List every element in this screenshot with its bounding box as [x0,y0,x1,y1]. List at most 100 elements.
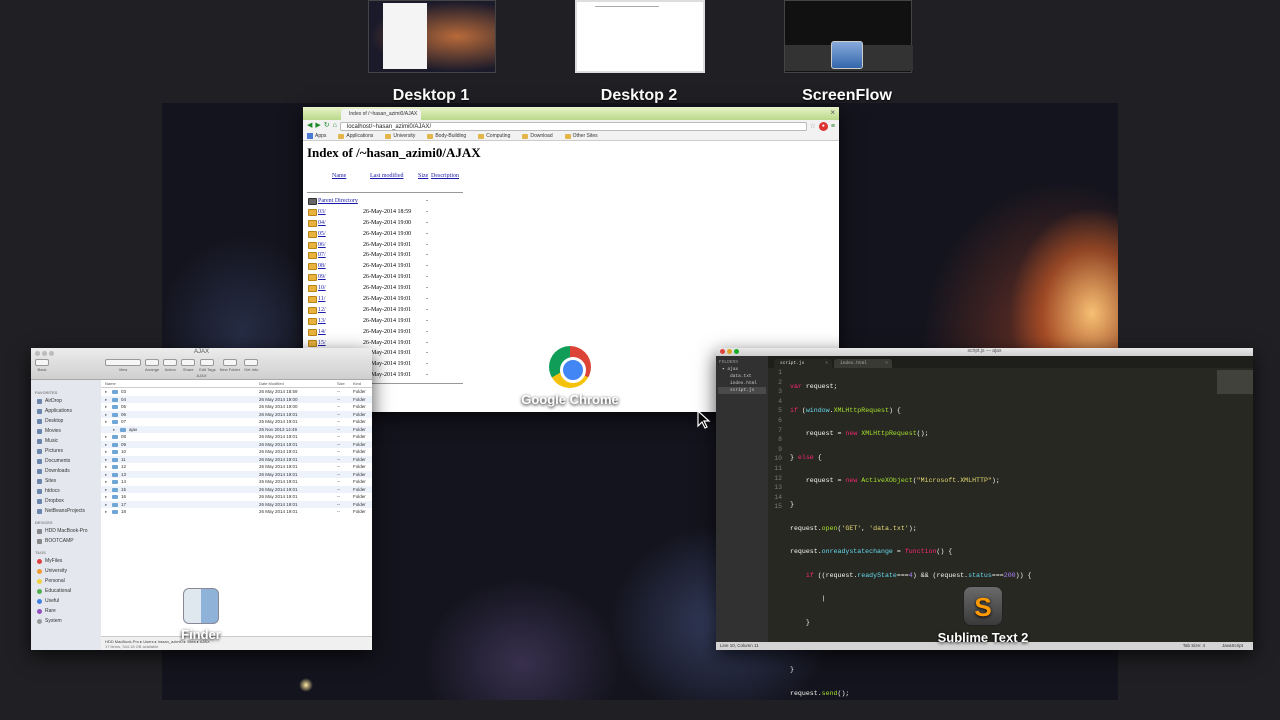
column-header-date[interactable]: Date Modified [259,381,284,386]
file-row[interactable]: ▸ ajax 26 Nov 2013 14:49 -- Folder [101,425,372,434]
chrome-app-badge[interactable]: Google Chrome [510,346,630,407]
tree-folder-ajax[interactable]: ▾ ajax [718,366,766,373]
sidebar-item-favorite[interactable]: Movies [33,426,99,436]
disclosure-triangle-icon[interactable]: ▸ [105,448,107,456]
directory-link[interactable]: 08/ [318,261,326,272]
back-button[interactable]: Back [35,359,49,372]
sidebar-item-tag[interactable]: Personal [33,576,99,586]
tab-size-selector[interactable]: Tab Size: 4 [1183,642,1205,650]
arrange-button[interactable]: Arrange [145,359,159,372]
extension-icon[interactable]: ● [818,121,828,131]
sidebar-item-tag[interactable]: System [33,616,99,626]
disclosure-triangle-icon[interactable]: ▸ [105,403,107,411]
sidebar-item-tag[interactable]: Useful [33,596,99,606]
directory-link[interactable]: 12/ [318,305,326,316]
sidebar-item-favorite[interactable]: Downloads [33,466,99,476]
sidebar-item-favorite[interactable]: NetBeansProjects [33,506,99,516]
file-row[interactable]: ▸ 17 26 May 2014 19:01 -- Folder [101,500,372,509]
sidebar-item-favorite[interactable]: Dropbox [33,496,99,506]
sidebar-item-favorite[interactable]: Music [33,436,99,446]
file-row[interactable]: ▸ 12 26 May 2014 19:01 -- Folder [101,463,372,471]
new-folder-button[interactable]: New Folder [220,359,240,372]
directory-link[interactable]: 11/ [318,294,325,305]
bookmark-folder[interactable]: Applications [338,133,373,139]
space-thumb-desktop-2[interactable] [575,0,705,73]
bookmark-folder[interactable]: Computing [478,133,510,139]
bookmark-folder[interactable]: Download [522,133,553,139]
minimap[interactable] [1217,370,1253,394]
sidebar-item-favorite[interactable]: Applications [33,406,99,416]
view-button[interactable]: View [105,359,141,372]
bookmark-folder[interactable]: Body-Building [427,133,466,139]
bookmark-apps[interactable]: Apps [307,133,326,139]
disclosure-triangle-icon[interactable]: ▸ [105,418,107,426]
disclosure-triangle-icon[interactable]: ▸ [105,463,107,471]
disclosure-triangle-icon[interactable]: ▸ [105,411,107,419]
close-icon[interactable]: × [825,359,828,368]
file-row[interactable]: ▸ 03 26 May 2014 18:59 -- Folder [101,388,372,396]
get-info-button[interactable]: Get Info [244,359,258,372]
disclosure-triangle-icon[interactable]: ▸ [105,471,107,479]
tab-index-html[interactable]: index.html × [834,359,892,368]
sublime-app-badge[interactable]: S Sublime Text 2 [924,586,1042,645]
file-row[interactable]: ▸ 06 26 May 2014 19:01 -- Folder [101,410,372,419]
directory-link[interactable]: 14/ [318,327,326,338]
column-description-link[interactable]: Description [431,173,459,179]
column-header-kind[interactable]: Kind [353,381,361,386]
file-row[interactable]: ▸ 08 26 May 2014 19:01 -- Folder [101,433,372,441]
space-thumb-desktop-1[interactable] [368,0,496,73]
reload-icon[interactable]: ↻ [324,121,330,131]
home-icon[interactable]: ⌂ [333,121,337,131]
address-bar[interactable]: localhost/~hasan_azimi0/AJAX/ [339,121,807,131]
tree-file-data[interactable]: data.txt [718,373,766,380]
file-row[interactable]: ▸ 13 26 May 2014 19:01 -- Folder [101,470,372,479]
edit-tags-button[interactable]: Edit Tags [199,359,216,372]
sidebar-item-device[interactable]: HDD MacBook-Pro [33,526,99,536]
directory-link[interactable]: 15/ [318,338,326,349]
column-header-size[interactable]: Size [337,381,345,386]
disclosure-triangle-icon[interactable]: ▸ [105,501,107,509]
chrome-tab[interactable]: Index of /~hasan_azimi0/AJAX [341,109,421,120]
menu-icon[interactable]: ≡ [831,123,835,130]
sidebar-item-favorite[interactable]: Desktop [33,416,99,426]
bookmark-folder[interactable]: Other Sites [564,133,598,139]
sidebar-item-tag[interactable]: MyFiles [33,556,99,566]
bookmark-folder[interactable]: University [385,133,415,139]
directory-link[interactable]: 05/ [318,229,326,240]
directory-link[interactable]: 07/ [318,250,326,261]
file-row[interactable]: ▸ 07 26 May 2014 19:01 -- Folder [101,418,372,426]
file-row[interactable]: ▸ 18 26 May 2014 19:01 -- Folder [101,508,372,516]
disclosure-triangle-icon[interactable]: ▸ [113,426,115,434]
directory-link[interactable]: 10/ [318,283,326,294]
sidebar-item-favorite[interactable]: Sites [33,476,99,486]
disclosure-triangle-icon[interactable]: ▸ [105,396,107,404]
disclosure-triangle-icon[interactable]: ▸ [105,456,107,464]
syntax-selector[interactable]: JavaScript [1222,642,1243,650]
sidebar-item-favorite[interactable]: htdocs [33,486,99,496]
directory-link[interactable]: 09/ [318,272,326,283]
directory-link[interactable]: 06/ [318,240,326,251]
share-button[interactable]: Share [181,359,196,372]
column-header-name[interactable]: Name [105,381,116,386]
parent-directory-link[interactable]: Parent Directory [318,196,358,207]
space-thumb-screenflow[interactable] [784,0,913,73]
disclosure-triangle-icon[interactable]: ▸ [105,493,107,501]
disclosure-triangle-icon[interactable]: ▸ [105,508,107,516]
disclosure-triangle-icon[interactable]: ▸ [105,441,107,449]
sidebar-item-tag[interactable]: Educational [33,586,99,596]
directory-link[interactable]: 04/ [318,218,326,229]
close-icon[interactable]: × [885,359,888,368]
file-row[interactable]: ▸ 15 26 May 2014 19:01 -- Folder [101,485,372,493]
file-row[interactable]: ▸ 10 26 May 2014 19:01 -- Folder [101,448,372,456]
tab-script-js[interactable]: script.js × [774,359,832,368]
file-row[interactable]: ▸ 14 26 May 2014 19:01 -- Folder [101,478,372,486]
column-modified-link[interactable]: Last modified [370,173,404,179]
bookmark-star-icon[interactable]: ☆ [810,122,816,130]
sidebar-item-favorite[interactable]: AirDrop [33,396,99,406]
column-name-link[interactable]: Name [332,173,346,179]
finder-app-badge[interactable]: Finder [160,588,242,642]
directory-link[interactable]: 13/ [318,316,326,327]
tree-file-script[interactable]: script.js [718,387,766,394]
file-row[interactable]: ▸ 11 26 May 2014 19:01 -- Folder [101,455,372,464]
sidebar-item-favorite[interactable]: Pictures [33,446,99,456]
